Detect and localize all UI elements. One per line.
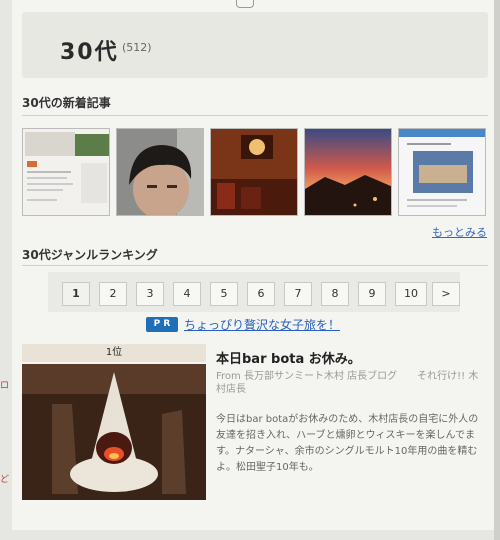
article-thumbnail[interactable] [210, 128, 298, 216]
page-button-5[interactable]: 5 [210, 282, 238, 306]
article-source[interactable]: From 長万部サンミート木村 店長ブログ それ行け!! 木村店長 [216, 370, 486, 396]
article-thumbnail[interactable] [398, 128, 486, 216]
left-panel-edge: ロ ど [0, 0, 12, 540]
divider [22, 115, 488, 116]
article-thumbnail[interactable] [22, 128, 110, 216]
top-ranked-article[interactable]: 1位 [22, 344, 206, 500]
article-thumbnail[interactable] [304, 128, 392, 216]
sunset-sky-thumb [305, 129, 391, 215]
divider [22, 265, 488, 266]
ranking-heading: 30代ジャンルランキング [22, 248, 158, 262]
page-button-10[interactable]: 10 [395, 282, 427, 306]
page-button-9[interactable]: 9 [358, 282, 386, 306]
article-title-link[interactable]: 本日bar bota お休み。 [216, 348, 361, 367]
page-title: 30代 [60, 40, 119, 65]
article-count: (512) [122, 41, 152, 54]
category-header: 30代 (512) [22, 12, 488, 78]
rank-label: 1位 [22, 344, 206, 362]
interior-lamp-thumb [211, 129, 297, 215]
new-articles-heading: 30代の新着記事 [22, 96, 111, 110]
fireplace-photo-icon [22, 364, 206, 500]
portrait-photo-thumb [117, 129, 203, 215]
left-red-mark: ロ [0, 381, 10, 391]
next-page-button[interactable]: > [432, 282, 460, 306]
page-button-4[interactable]: 4 [173, 282, 201, 306]
new-articles-thumbnails [22, 128, 492, 220]
article-image[interactable] [22, 364, 206, 500]
pagination: 1 2 3 4 5 6 7 8 9 10 > [48, 272, 460, 312]
blog-page-thumb [399, 129, 485, 215]
page-button-7[interactable]: 7 [284, 282, 312, 306]
left-red-mark: ど [0, 475, 10, 485]
main-content: 30代 (512) 30代の新着記事 もっとみる 30代ジャンルランキング 1 … [12, 0, 494, 540]
page-button-6[interactable]: 6 [247, 282, 275, 306]
page-button-2[interactable]: 2 [99, 282, 127, 306]
page-button-3[interactable]: 3 [136, 282, 164, 306]
scrollbar[interactable] [494, 0, 500, 540]
bottom-edge [12, 530, 494, 540]
page-button-8[interactable]: 8 [321, 282, 349, 306]
webpage-screenshot-thumb [23, 129, 109, 215]
article-thumbnail[interactable] [116, 128, 204, 216]
pr-link[interactable]: ちょっぴり贅沢な女子旅を！ [184, 316, 340, 333]
top-drag-handle[interactable] [236, 0, 254, 8]
more-link[interactable]: もっとみる [432, 224, 487, 240]
pr-badge: P R [146, 317, 178, 332]
article-excerpt: 今日はbar botaがお休みのため、木村店長の自宅に外人の友達を招き入れ、ハー… [216, 414, 479, 473]
page-button-1[interactable]: 1 [62, 282, 90, 306]
